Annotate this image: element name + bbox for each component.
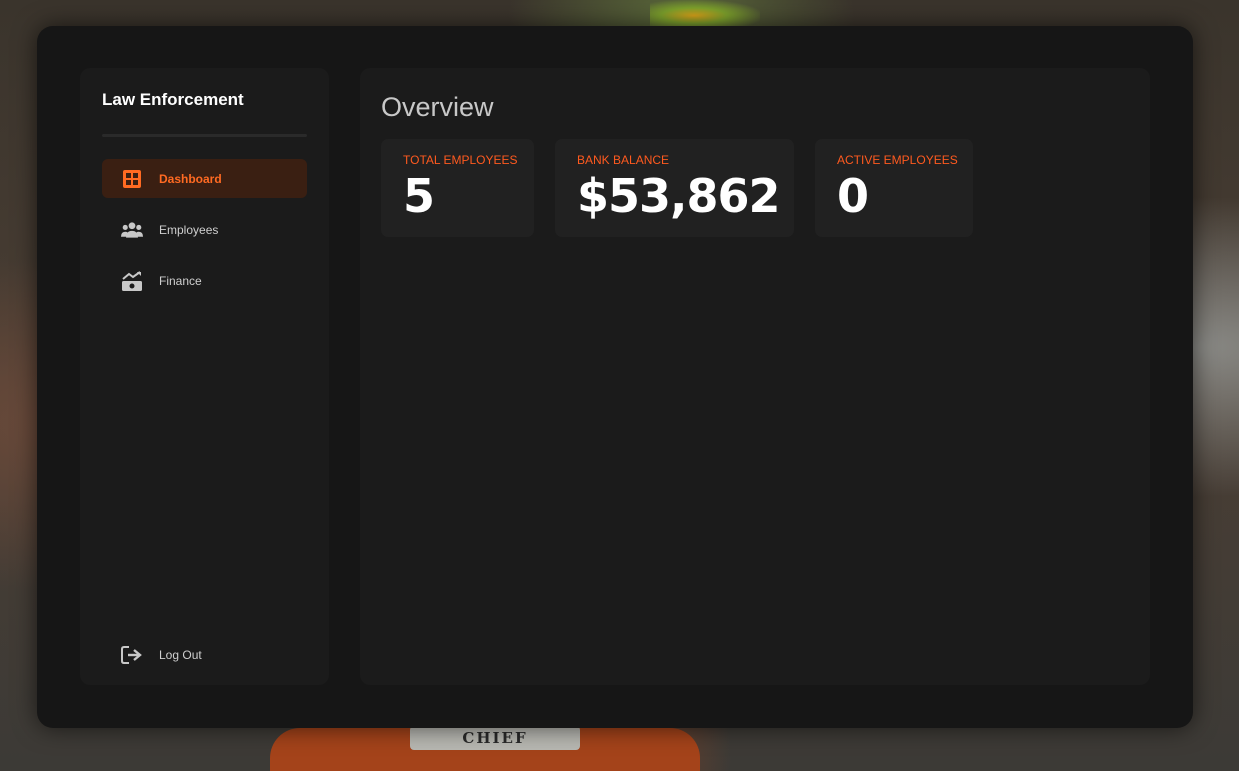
users-icon <box>121 219 143 241</box>
total-employees-card: TOTAL EMPLOYEES 5 <box>381 139 534 237</box>
card-label: ACTIVE EMPLOYEES <box>837 153 958 167</box>
active-employees-card: ACTIVE EMPLOYEES 0 <box>815 139 973 237</box>
logout-icon <box>121 644 143 666</box>
app-title: Law Enforcement <box>102 90 244 109</box>
card-label: TOTAL EMPLOYEES <box>403 153 518 167</box>
finance-chart-icon <box>121 270 143 292</box>
dashboard-grid-icon <box>121 168 143 190</box>
bank-balance-card: BANK BALANCE $53,862 <box>555 139 794 237</box>
sidebar-item-label: Finance <box>159 273 202 288</box>
sidebar-item-finance[interactable]: Finance <box>102 261 307 300</box>
logout-label: Log Out <box>159 648 202 662</box>
main-content: Overview TOTAL EMPLOYEES 5 BANK BALANCE … <box>360 68 1150 685</box>
sidebar-item-dashboard[interactable]: Dashboard <box>102 159 307 198</box>
logout-button[interactable]: Log Out <box>102 640 307 670</box>
card-label: BANK BALANCE <box>577 153 670 167</box>
sidebar-item-employees[interactable]: Employees <box>102 210 307 249</box>
card-value: 5 <box>403 169 435 223</box>
sidebar-divider <box>102 134 307 137</box>
card-value: 0 <box>837 169 869 223</box>
sidebar: Law Enforcement Dashboard Employees Fina… <box>80 68 329 685</box>
app-window: Law Enforcement Dashboard Employees Fina… <box>37 26 1193 728</box>
page-title: Overview <box>381 92 494 122</box>
sidebar-item-label: Employees <box>159 222 219 237</box>
sidebar-item-label: Dashboard <box>159 171 222 186</box>
card-value: $53,862 <box>577 169 781 223</box>
background-plant <box>650 0 760 26</box>
background-chief-lettering: CHIEF <box>410 726 580 750</box>
